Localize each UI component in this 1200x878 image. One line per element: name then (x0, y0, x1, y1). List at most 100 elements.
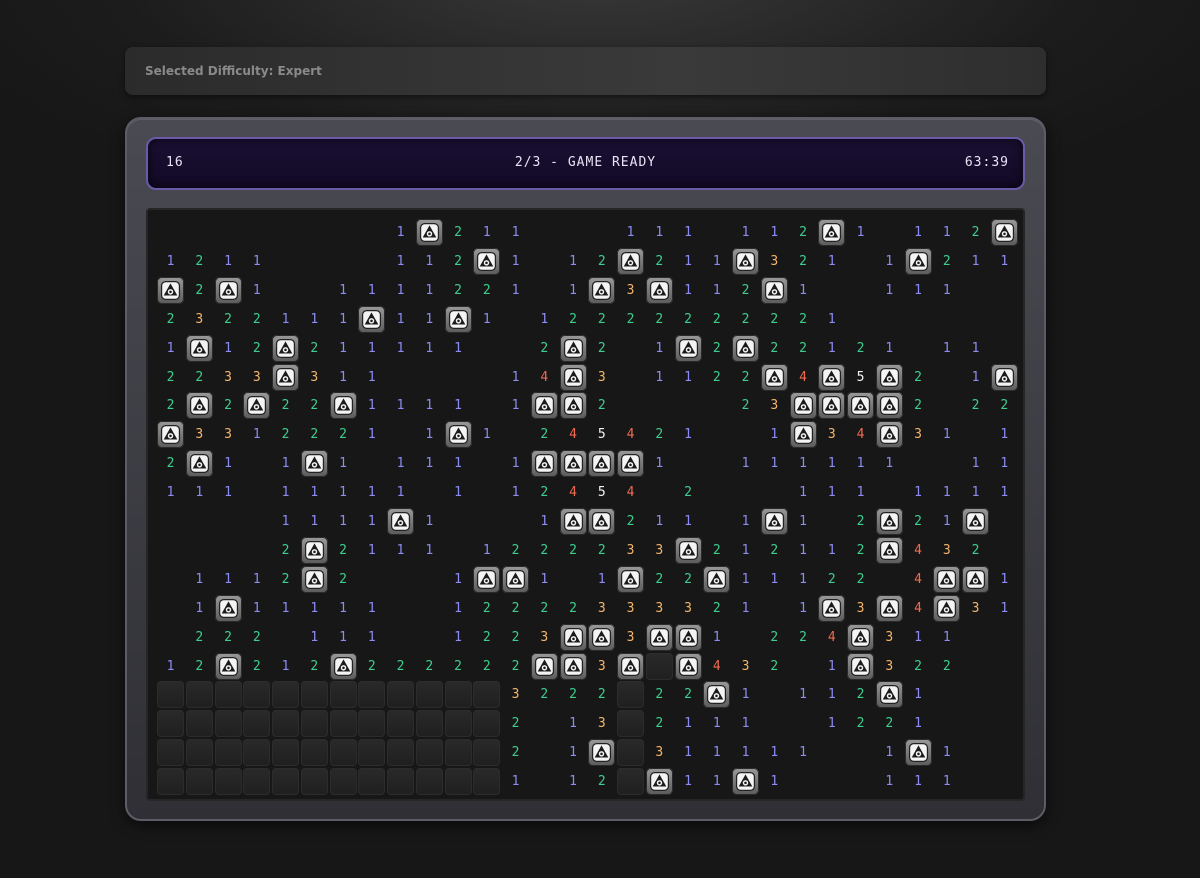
number-cell[interactable]: 2 (330, 421, 357, 448)
mine-cell[interactable] (559, 508, 587, 535)
number-cell[interactable]: 2 (186, 624, 213, 651)
number-cell[interactable]: 1 (416, 306, 443, 333)
hidden-cell[interactable] (444, 739, 472, 767)
number-cell[interactable]: 2 (761, 624, 788, 651)
number-cell[interactable]: 1 (790, 681, 817, 708)
hidden-cell[interactable] (387, 681, 414, 709)
mine-cell[interactable] (588, 276, 616, 304)
number-cell[interactable]: 2 (157, 450, 184, 477)
number-cell[interactable]: 1 (617, 219, 644, 246)
hidden-cell[interactable] (444, 768, 472, 796)
number-cell[interactable]: 2 (675, 306, 702, 333)
hidden-cell[interactable] (243, 681, 271, 709)
number-cell[interactable]: 1 (272, 653, 299, 680)
number-cell[interactable]: 2 (617, 306, 644, 333)
number-cell[interactable]: 4 (790, 364, 817, 391)
number-cell[interactable]: 2 (531, 537, 558, 564)
number-cell[interactable]: 2 (215, 392, 242, 419)
hidden-cell[interactable] (473, 681, 501, 709)
number-cell[interactable]: 2 (330, 537, 357, 564)
hidden-cell[interactable] (473, 739, 501, 767)
number-cell[interactable]: 2 (243, 335, 270, 362)
number-cell[interactable]: 1 (732, 595, 759, 622)
mine-cell[interactable] (559, 652, 587, 680)
number-cell[interactable]: 2 (790, 624, 817, 651)
mine-cell[interactable] (732, 768, 759, 796)
hidden-cell[interactable] (185, 768, 213, 796)
number-cell[interactable]: 2 (301, 653, 328, 680)
number-cell[interactable]: 3 (646, 595, 673, 622)
number-cell[interactable]: 1 (445, 335, 472, 362)
hidden-cell[interactable] (473, 710, 501, 738)
mine-cell[interactable] (674, 623, 702, 651)
mine-cell[interactable] (674, 536, 702, 564)
number-cell[interactable]: 1 (330, 450, 357, 477)
number-cell[interactable]: 2 (790, 306, 817, 333)
number-cell[interactable]: 3 (732, 653, 759, 680)
number-cell[interactable]: 2 (588, 392, 615, 419)
number-cell[interactable]: 3 (588, 595, 615, 622)
number-cell[interactable]: 1 (790, 479, 817, 506)
hidden-cell[interactable] (157, 739, 184, 767)
number-cell[interactable]: 3 (588, 364, 615, 391)
number-cell[interactable]: 2 (646, 306, 673, 333)
mine-cell[interactable] (185, 392, 213, 420)
hidden-cell[interactable] (272, 710, 299, 738)
number-cell[interactable]: 2 (703, 595, 730, 622)
number-cell[interactable]: 1 (416, 450, 443, 477)
number-cell[interactable]: 1 (387, 248, 414, 275)
mine-cell[interactable] (962, 508, 989, 535)
number-cell[interactable]: 2 (933, 653, 960, 680)
number-cell[interactable]: 2 (186, 364, 213, 391)
hidden-cell[interactable] (358, 710, 386, 738)
number-cell[interactable]: 1 (358, 421, 385, 448)
number-cell[interactable]: 1 (818, 450, 845, 477)
mine-cell[interactable] (818, 392, 846, 420)
number-cell[interactable]: 1 (818, 710, 845, 737)
number-cell[interactable]: 1 (732, 681, 759, 708)
number-cell[interactable]: 2 (905, 392, 932, 419)
number-cell[interactable]: 2 (790, 335, 817, 362)
number-cell[interactable]: 2 (531, 421, 558, 448)
mine-cell[interactable] (588, 623, 616, 651)
mine-cell[interactable] (645, 276, 673, 304)
hidden-cell[interactable] (329, 739, 357, 767)
mine-cell[interactable] (185, 334, 213, 362)
number-cell[interactable]: 2 (416, 653, 443, 680)
number-cell[interactable]: 2 (445, 248, 472, 275)
mine-cell[interactable] (875, 508, 903, 535)
number-cell[interactable]: 3 (761, 392, 788, 419)
number-cell[interactable]: 1 (905, 277, 932, 304)
mine-cell[interactable] (875, 681, 903, 709)
hidden-cell[interactable] (300, 681, 328, 709)
number-cell[interactable]: 1 (876, 277, 903, 304)
number-cell[interactable]: 2 (502, 537, 529, 564)
mine-cell[interactable] (559, 450, 587, 478)
number-cell[interactable]: 1 (588, 566, 615, 593)
hidden-cell[interactable] (243, 768, 271, 796)
number-cell[interactable]: 2 (905, 364, 932, 391)
number-cell[interactable]: 2 (588, 248, 615, 275)
number-cell[interactable]: 2 (732, 392, 759, 419)
number-cell[interactable]: 2 (272, 537, 299, 564)
number-cell[interactable]: 2 (473, 624, 500, 651)
number-cell[interactable]: 1 (675, 364, 702, 391)
number-cell[interactable]: 1 (502, 364, 529, 391)
mine-cell[interactable] (933, 594, 961, 622)
mine-cell[interactable] (847, 623, 874, 651)
number-cell[interactable]: 2 (790, 219, 817, 246)
number-cell[interactable]: 1 (387, 335, 414, 362)
mine-cell[interactable] (904, 247, 932, 275)
number-cell[interactable]: 2 (790, 248, 817, 275)
number-cell[interactable]: 2 (473, 277, 500, 304)
mine-cell[interactable] (272, 334, 299, 362)
number-cell[interactable]: 1 (646, 450, 673, 477)
number-cell[interactable]: 1 (186, 595, 213, 622)
number-cell[interactable]: 1 (272, 450, 299, 477)
number-cell[interactable]: 1 (416, 277, 443, 304)
number-cell[interactable]: 3 (301, 364, 328, 391)
number-cell[interactable]: 2 (703, 537, 730, 564)
number-cell[interactable]: 1 (962, 248, 989, 275)
number-cell[interactable]: 1 (933, 739, 960, 766)
mine-cell[interactable] (875, 363, 903, 391)
